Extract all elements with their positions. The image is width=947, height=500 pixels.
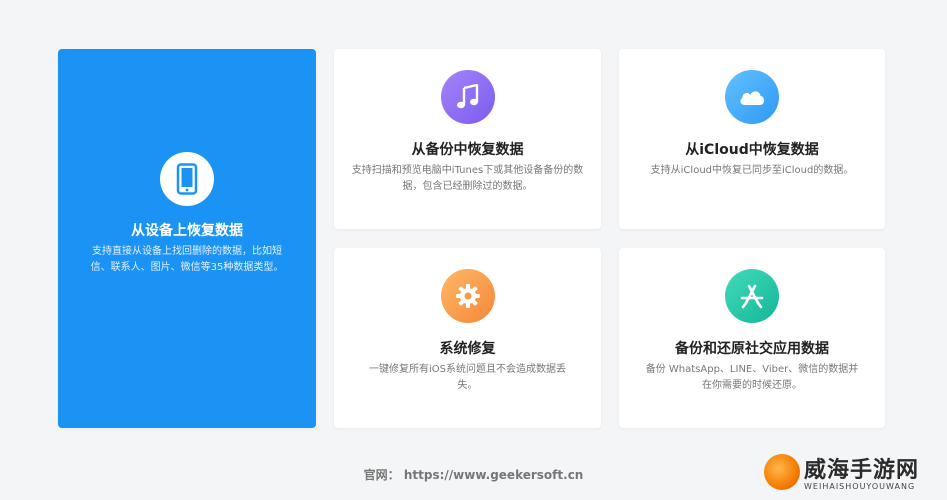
watermark-logo-icon [764, 454, 800, 490]
card-description: 支持直接从设备上找回删除的数据，比如短 信、联系人、图片、微信等35种数据类型。 [90, 246, 284, 273]
card-title: 从备份中恢复数据 [411, 142, 524, 158]
watermark-subtext: WEIHAISHOUYOUWANG [804, 482, 916, 491]
card-title: 从iCloud中恢复数据 [685, 142, 819, 158]
music-note-icon [440, 70, 495, 124]
card-description: 支持从iCloud中恢复已同步至iCloud的数据。 [650, 165, 854, 176]
recover-from-backup-card[interactable]: 从备份中恢复数据 支持扫描和预览电脑中iTunes下或其他设备备份的数 据，包含… [334, 49, 601, 229]
system-repair-card[interactable]: 系统修复 一键修复所有iOS系统问题且不会造成数据丢 失。 [334, 248, 601, 428]
recover-from-icloud-card[interactable]: 从iCloud中恢复数据 支持从iCloud中恢复已同步至iCloud的数据。 [619, 49, 885, 229]
phone-icon [160, 152, 214, 206]
card-description: 备份 WhatsApp、LINE、Viber、微信的数据并 在你需要的时候还原。 [645, 364, 859, 391]
app-store-icon [725, 269, 779, 323]
watermark: 威海手游网 WEIHAISHOUYOUWANG [764, 452, 939, 496]
watermark-text: 威海手游网 [804, 458, 920, 483]
cloud-icon [725, 70, 779, 124]
gear-icon [440, 269, 495, 323]
card-title: 系统修复 [439, 341, 496, 357]
website-link[interactable]: https://www.geekersoft.cn [404, 468, 584, 482]
footer-label: 官网： [363, 468, 400, 482]
card-description: 一键修复所有iOS系统问题且不会造成数据丢 失。 [369, 364, 566, 391]
recover-from-device-card[interactable]: 从设备上恢复数据 支持直接从设备上找回删除的数据，比如短 信、联系人、图片、微信… [58, 49, 316, 428]
social-app-backup-card[interactable]: 备份和还原社交应用数据 备份 WhatsApp、LINE、Viber、微信的数据… [619, 248, 885, 428]
card-title: 备份和还原社交应用数据 [675, 341, 829, 357]
card-description: 支持扫描和预览电脑中iTunes下或其他设备备份的数 据，包含已经删除过的数据。 [351, 165, 584, 192]
card-title: 从设备上恢复数据 [131, 223, 243, 239]
